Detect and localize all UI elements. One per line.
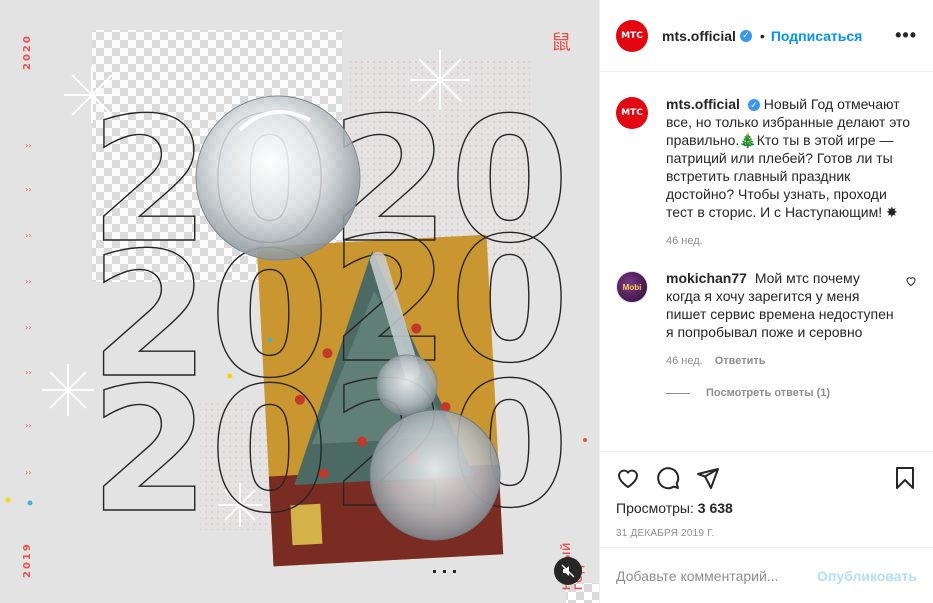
outline-number: 20 bbox=[90, 350, 329, 551]
caption-text: Новый Год отмечают все, но только избран… bbox=[666, 96, 911, 220]
comment-input[interactable] bbox=[616, 567, 818, 584]
views-label: Просмотры: bbox=[616, 500, 694, 516]
like-button[interactable] bbox=[616, 466, 640, 490]
post-media[interactable]: 20 20 20 20 20 20 ›› ›› ›››› ›››› ›››› bbox=[0, 0, 599, 603]
post-date[interactable]: 31 декабря 2019 г. bbox=[616, 528, 917, 539]
views-number: 3 638 bbox=[697, 500, 733, 516]
commenter-avatar[interactable]: Mobi bbox=[616, 271, 648, 303]
comment-button[interactable] bbox=[656, 466, 680, 490]
svg-text:››: ›› bbox=[25, 368, 31, 377]
side-year-bottom: 2019 bbox=[22, 542, 33, 578]
side-year-top: 2020 bbox=[22, 34, 33, 70]
list-item: Mobi mokichan77 Мой мтс почему когда я х… bbox=[616, 269, 917, 367]
new-year-artwork: 20 20 20 20 20 20 ›› ›› ›››› ›››› ›››› bbox=[5, 30, 599, 603]
view-replies-label: Посмотреть ответы (1) bbox=[706, 387, 831, 399]
mute-button[interactable] bbox=[554, 557, 582, 585]
comment-icon bbox=[657, 467, 680, 490]
speaker-muted-icon bbox=[561, 564, 575, 578]
caption-time[interactable]: 46 нед. bbox=[666, 235, 703, 247]
heart-icon[interactable] bbox=[905, 275, 917, 287]
svg-text:››: ›› bbox=[25, 421, 31, 430]
post-details-panel: МТС mts.official ✓ • Подписаться ••• МТС… bbox=[599, 0, 933, 603]
bookmark-icon bbox=[896, 467, 914, 489]
comment-time[interactable]: 46 нед. bbox=[666, 355, 703, 367]
follow-button[interactable]: Подписаться bbox=[771, 28, 863, 44]
header-username[interactable]: mts.official bbox=[662, 28, 736, 44]
save-button[interactable] bbox=[893, 466, 917, 490]
add-comment-bar: Опубликовать bbox=[600, 547, 933, 603]
verified-badge-icon: ✓ bbox=[747, 99, 760, 112]
verified-badge-icon: ✓ bbox=[739, 29, 752, 42]
svg-text:››: ›› bbox=[25, 231, 31, 240]
share-button[interactable] bbox=[696, 466, 720, 490]
share-icon bbox=[697, 468, 719, 489]
more-options-icon[interactable]: ••• bbox=[895, 25, 917, 46]
caption: МТС mts.official ✓ Новый Год отмечают все… bbox=[616, 95, 917, 247]
svg-text:››: ›› bbox=[25, 141, 31, 150]
post-header: МТС mts.official ✓ • Подписаться ••• bbox=[600, 0, 933, 72]
caption-avatar[interactable]: МТС bbox=[616, 97, 648, 129]
separator-dot: • bbox=[759, 27, 765, 44]
svg-text:››: ›› bbox=[25, 468, 31, 477]
rat-glyph: 鼠 bbox=[551, 30, 571, 54]
replies-line bbox=[666, 392, 690, 394]
view-replies-button[interactable]: Посмотреть ответы (1) bbox=[666, 387, 917, 399]
svg-text:››: ›› bbox=[25, 277, 31, 286]
commenter-username[interactable]: mokichan77 bbox=[666, 270, 747, 286]
heart-icon bbox=[618, 469, 638, 488]
post-actions: Просмотры: 3 638 31 декабря 2019 г. bbox=[600, 451, 933, 539]
svg-text:››: ›› bbox=[25, 185, 31, 194]
comments-list[interactable]: МТС mts.official ✓ Новый Год отмечают все… bbox=[600, 73, 933, 451]
views-count[interactable]: Просмотры: 3 638 bbox=[616, 500, 917, 516]
avatar[interactable]: МТС bbox=[616, 19, 648, 52]
caption-username[interactable]: mts.official bbox=[666, 96, 740, 112]
svg-text:››: ›› bbox=[25, 323, 31, 332]
publish-button[interactable]: Опубликовать bbox=[817, 568, 917, 584]
reply-button[interactable]: Ответить bbox=[715, 355, 766, 367]
